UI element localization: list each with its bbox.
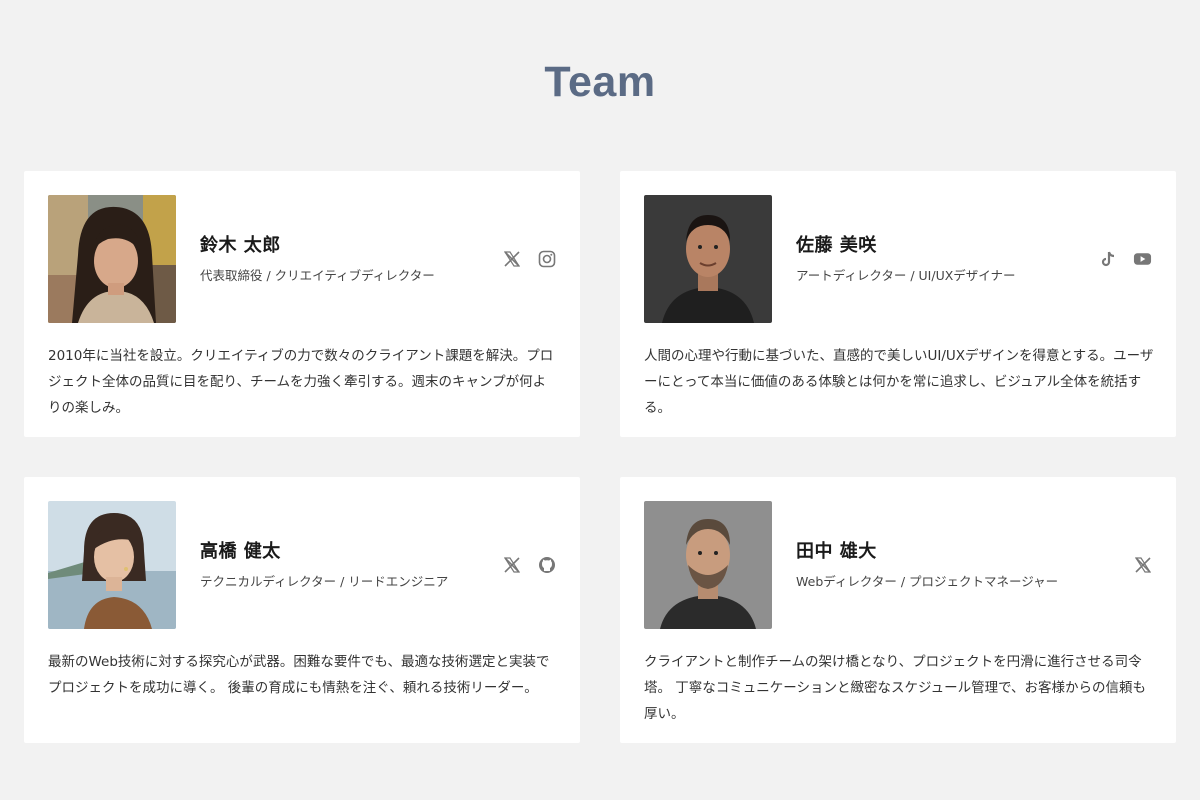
member-role: Webディレクター / プロジェクトマネージャー xyxy=(796,574,1059,589)
member-photo-image xyxy=(48,501,176,629)
github-icon[interactable] xyxy=(537,555,556,574)
member-role: テクニカルディレクター / リードエンジニア xyxy=(200,574,449,589)
member-photo-image xyxy=(644,195,772,323)
social-links xyxy=(1133,555,1152,574)
member-photo xyxy=(48,195,176,323)
member-bio: 最新のWeb技術に対する探究心が武器。困難な要件でも、最適な技術選定と実装でプロ… xyxy=(48,654,550,696)
social-links xyxy=(502,555,556,574)
member-name: 佐藤 美咲 xyxy=(796,235,877,256)
member-photo xyxy=(644,195,772,323)
x-icon[interactable] xyxy=(502,555,521,574)
instagram-icon[interactable] xyxy=(537,249,556,268)
social-links xyxy=(502,249,556,268)
x-icon[interactable] xyxy=(1133,555,1152,574)
member-photo-image xyxy=(48,195,176,323)
member-bio: 2010年に当社を設立。クリエイティブの力で数々のクライアント課題を解決。プロジ… xyxy=(48,348,554,416)
member-name: 高橋 健太 xyxy=(200,541,281,562)
team-card: 佐藤 美咲 アートディレクター / UI/UXデザイナー 人間の心理や行動に基づ… xyxy=(620,171,1176,437)
team-card: 高橋 健太 テクニカルディレクター / リードエンジニア 最新のWeb技術に対す… xyxy=(24,477,580,743)
youtube-icon[interactable] xyxy=(1133,249,1152,268)
member-photo-image xyxy=(644,501,772,629)
member-photo xyxy=(644,501,772,629)
member-name: 鈴木 太郎 xyxy=(200,235,281,256)
member-name: 田中 雄大 xyxy=(796,541,877,562)
team-card: 田中 雄大 Webディレクター / プロジェクトマネージャー クライアントと制作… xyxy=(620,477,1176,743)
member-role: 代表取締役 / クリエイティブディレクター xyxy=(200,268,435,283)
tiktok-icon[interactable] xyxy=(1098,249,1117,268)
member-bio: 人間の心理や行動に基づいた、直感的で美しいUI/UXデザインを得意とする。ユーザ… xyxy=(644,348,1154,416)
member-photo xyxy=(48,501,176,629)
social-links xyxy=(1098,249,1152,268)
x-icon[interactable] xyxy=(502,249,521,268)
team-card: 鈴木 太郎 代表取締役 / クリエイティブディレクター 2010年に当社を設立。… xyxy=(24,171,580,437)
member-bio: クライアントと制作チームの架け橋となり、プロジェクトを円滑に進行させる司令塔。 … xyxy=(644,654,1147,722)
team-grid: 鈴木 太郎 代表取締役 / クリエイティブディレクター 2010年に当社を設立。… xyxy=(0,0,1200,800)
member-role: アートディレクター / UI/UXデザイナー xyxy=(796,268,1016,283)
